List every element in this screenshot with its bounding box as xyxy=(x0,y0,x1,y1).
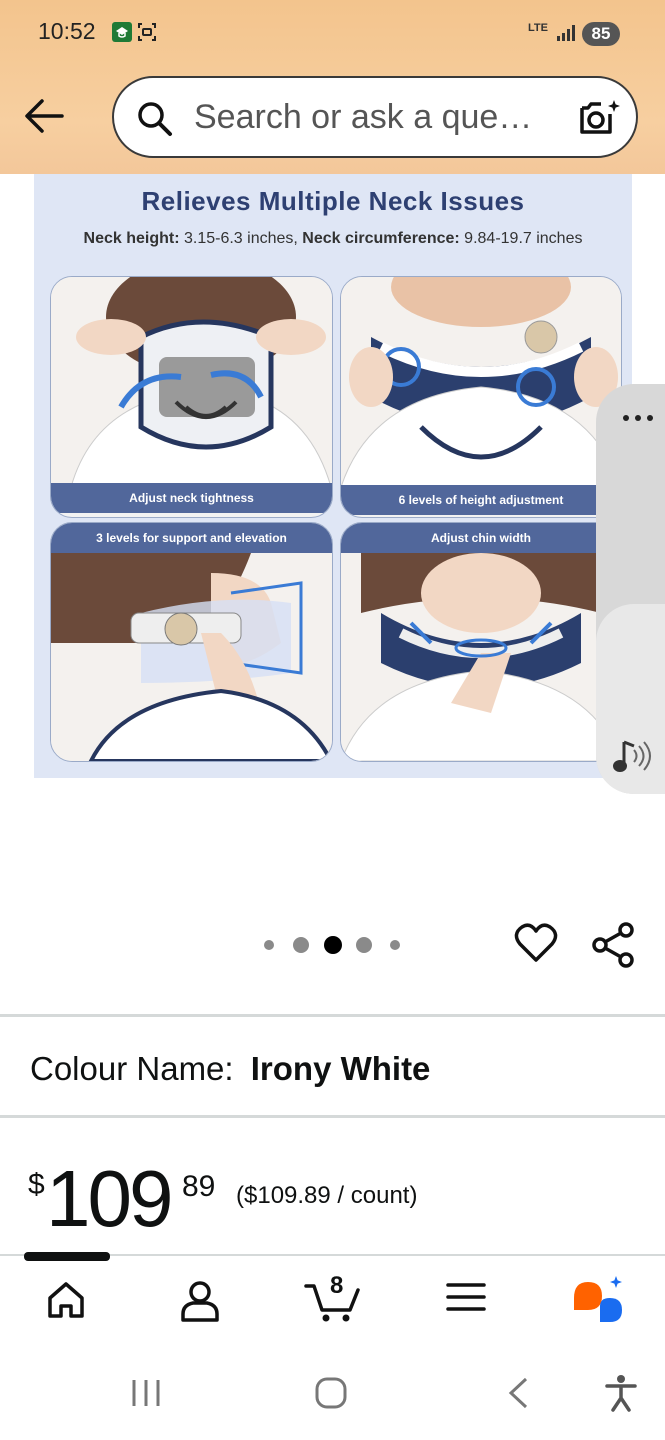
unit-price: ($109.89 / count) xyxy=(236,1182,418,1209)
panel-caption: 6 levels of height adjustment xyxy=(341,485,621,515)
share-icon[interactable] xyxy=(592,922,636,973)
image-panel-chin-width: Adjust chin width xyxy=(340,522,622,762)
colour-row: Colour Name: Irony White xyxy=(30,1050,430,1088)
image-panel-height-adjustment: 6 levels of height adjustment xyxy=(340,276,622,518)
subtitle-label-height: Neck height: xyxy=(83,230,180,247)
image-panel-support-elevation: 3 levels for support and elevation xyxy=(50,522,333,762)
status-time: 10:52 xyxy=(38,18,96,44)
bottom-navigation xyxy=(0,1254,665,1352)
carousel-dot[interactable] xyxy=(390,940,400,950)
music-icon[interactable] xyxy=(610,736,656,781)
colour-label: Colour Name: xyxy=(30,1050,234,1087)
neck-collar-back-illustration xyxy=(51,277,332,487)
divider xyxy=(0,1115,665,1118)
app-header: 10:52 LTE 85 Search or ask a que… xyxy=(0,0,665,174)
image-title: Relieves Multiple Neck Issues xyxy=(141,186,525,216)
carousel-dot[interactable] xyxy=(293,937,309,953)
image-panel-neck-tightness: Adjust neck tightness xyxy=(50,276,333,518)
carousel-dot[interactable] xyxy=(356,937,372,953)
subtitle-value-height: 3.15-6.3 inches, xyxy=(183,230,298,247)
price-currency: $ xyxy=(28,1168,45,1201)
heart-icon[interactable] xyxy=(514,922,558,969)
subtitle-label-circumference: Neck circumference: xyxy=(302,230,460,247)
neck-collar-chin-illustration xyxy=(341,553,621,761)
search-input[interactable]: Search or ask a que… xyxy=(194,98,532,137)
neck-collar-front-illustration xyxy=(341,277,621,487)
recent-apps-icon[interactable] xyxy=(130,1378,162,1413)
back-arrow-icon[interactable] xyxy=(22,96,66,136)
more-icon[interactable] xyxy=(622,410,654,428)
neck-collar-side-illustration xyxy=(51,553,332,761)
panel-caption: Adjust chin width xyxy=(341,523,621,553)
subtitle-value-circumference: 9.84-19.7 inches xyxy=(464,230,583,247)
carousel-dot[interactable] xyxy=(264,940,274,950)
status-notification-icons xyxy=(112,22,166,51)
cart-count-badge: 8 xyxy=(330,1272,344,1299)
price-whole: 109 xyxy=(46,1154,173,1243)
colour-value: Irony White xyxy=(250,1050,431,1087)
panel-caption: Adjust neck tightness xyxy=(51,483,332,513)
search-icon xyxy=(136,100,174,143)
panel-caption: 3 levels for support and elevation xyxy=(51,523,332,553)
divider xyxy=(0,1014,665,1017)
active-tab-indicator xyxy=(24,1252,110,1261)
home-button-icon[interactable] xyxy=(314,1376,348,1415)
battery-indicator: 85 xyxy=(582,22,620,46)
price-fraction: 89 xyxy=(182,1170,216,1203)
carousel-dot-active[interactable] xyxy=(324,936,342,954)
account-icon[interactable] xyxy=(180,1280,220,1327)
system-back-icon[interactable] xyxy=(506,1376,530,1415)
search-bar[interactable]: Search or ask a que… xyxy=(112,76,638,158)
menu-icon[interactable] xyxy=(446,1280,486,1319)
network-type: LTE xyxy=(528,22,548,34)
rufus-icon[interactable] xyxy=(570,1276,626,1329)
camera-search-icon[interactable] xyxy=(576,98,620,143)
signal-icon xyxy=(556,24,576,47)
home-icon[interactable] xyxy=(46,1280,86,1325)
image-subtitle: Neck height: 3.15-6.3 inches, Neck circu… xyxy=(34,230,632,248)
accessibility-icon[interactable] xyxy=(604,1374,638,1417)
product-image[interactable]: Relieves Multiple Neck Issues Neck heigh… xyxy=(34,174,632,778)
system-navigation-bar xyxy=(0,1350,665,1440)
